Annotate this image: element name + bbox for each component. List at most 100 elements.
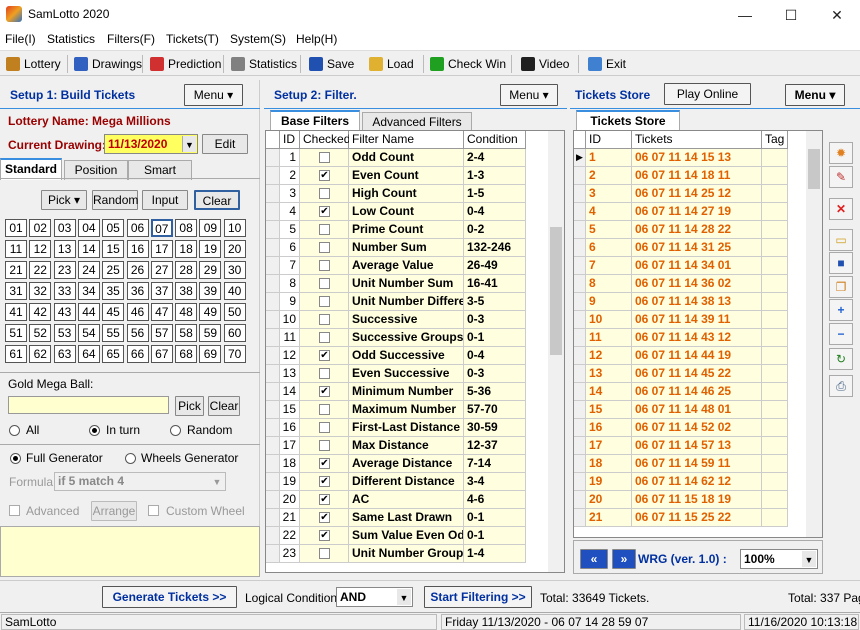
number-button[interactable]: 40 <box>223 282 246 300</box>
menu-filters[interactable]: Filters(F) <box>107 32 155 46</box>
table-row[interactable]: 3 06 07 11 14 25 12 <box>574 185 788 203</box>
table-row[interactable]: 4 06 07 11 14 27 19 <box>574 203 788 221</box>
number-button[interactable]: 50 <box>223 303 246 321</box>
number-button[interactable]: 32 <box>29 282 52 300</box>
row-selector[interactable] <box>266 293 280 311</box>
table-row[interactable]: 9 Unit Number Differe 3-5 <box>266 293 526 311</box>
filter-condition[interactable]: 1-4 <box>464 545 526 563</box>
folder-icon[interactable]: ▭ <box>829 229 853 251</box>
row-selector[interactable] <box>574 455 586 473</box>
play-online-button[interactable]: Play Online <box>664 83 751 105</box>
row-selector[interactable] <box>574 239 586 257</box>
number-button[interactable]: 11 <box>5 240 27 258</box>
filter-checkbox[interactable] <box>319 548 330 559</box>
table-row[interactable]: 11 Successive Groups 0-1 <box>266 329 526 347</box>
number-button[interactable]: 49 <box>199 303 222 321</box>
number-button[interactable]: 03 <box>53 219 76 237</box>
number-button[interactable]: 19 <box>199 240 222 258</box>
number-button[interactable]: 31 <box>5 282 27 300</box>
edit-button[interactable]: Edit <box>202 134 248 154</box>
pick-button[interactable]: Pick ▾ <box>41 190 87 210</box>
save-icon[interactable]: ■ <box>829 252 853 274</box>
number-button[interactable]: 22 <box>29 261 52 279</box>
column-header[interactable]: Filter Name <box>349 131 464 149</box>
table-row[interactable]: 9 06 07 11 14 38 13 <box>574 293 788 311</box>
radio-full-generator[interactable] <box>10 453 21 464</box>
number-button[interactable]: 16 <box>126 240 149 258</box>
number-button[interactable]: 60 <box>223 324 246 342</box>
number-button[interactable]: 12 <box>29 240 52 258</box>
close-button[interactable]: ✕ <box>814 0 860 30</box>
table-row[interactable]: 5 06 07 11 14 28 22 <box>574 221 788 239</box>
row-selector[interactable] <box>574 347 586 365</box>
filter-condition[interactable]: 1-5 <box>464 185 526 203</box>
number-button[interactable]: 46 <box>126 303 149 321</box>
number-button[interactable]: 61 <box>5 345 27 363</box>
gold-pick-button[interactable]: Pick <box>175 396 204 416</box>
table-row[interactable]: 20 ✔ AC 4-6 <box>266 491 526 509</box>
row-selector[interactable] <box>574 365 586 383</box>
tab-standard[interactable]: Standard <box>0 158 62 180</box>
setup1-menu-button[interactable]: Menu ▾ <box>184 84 243 106</box>
setup2-menu-button[interactable]: Menu ▾ <box>500 84 558 106</box>
next-page-button[interactable]: » <box>612 549 636 569</box>
menu-system[interactable]: System(S) <box>230 32 286 46</box>
number-button[interactable]: 68 <box>175 345 198 363</box>
number-button[interactable]: 62 <box>29 345 52 363</box>
number-button[interactable]: 66 <box>126 345 149 363</box>
arrange-button[interactable]: Arrange <box>91 501 137 521</box>
tab-position[interactable]: Position <box>64 160 128 180</box>
row-selector[interactable] <box>266 347 280 365</box>
table-row[interactable]: 13 Even Successive 0-3 <box>266 365 526 383</box>
number-button[interactable]: 23 <box>53 261 76 279</box>
generate-tickets-button[interactable]: Generate Tickets >> <box>102 586 237 608</box>
number-button[interactable]: 24 <box>77 261 100 279</box>
table-row[interactable]: 6 06 07 11 14 31 25 <box>574 239 788 257</box>
number-button[interactable]: 69 <box>199 345 222 363</box>
table-row[interactable]: 14 06 07 11 14 46 25 <box>574 383 788 401</box>
scroll-thumb[interactable] <box>808 149 820 189</box>
menu-file[interactable]: File(I) <box>5 32 36 46</box>
store-menu-button[interactable]: Menu ▾ <box>785 84 845 106</box>
row-selector[interactable] <box>266 221 280 239</box>
minus-icon[interactable]: − <box>829 323 853 345</box>
formula-select[interactable]: if 5 match 4 ▼ <box>54 472 226 491</box>
table-row[interactable]: 2 06 07 11 14 18 11 <box>574 167 788 185</box>
table-row[interactable]: 18 06 07 11 14 59 11 <box>574 455 788 473</box>
filter-condition[interactable]: 0-3 <box>464 365 526 383</box>
row-selector[interactable]: ▶ <box>574 149 586 167</box>
number-button[interactable]: 65 <box>102 345 125 363</box>
number-button[interactable]: 57 <box>150 324 173 342</box>
filter-checkbox[interactable]: ✔ <box>319 512 330 523</box>
filter-condition[interactable]: 0-1 <box>464 509 526 527</box>
filter-checkbox[interactable] <box>319 224 330 235</box>
row-selector[interactable] <box>266 401 280 419</box>
radio-wheels-generator[interactable] <box>125 453 136 464</box>
tickets-scrollbar[interactable] <box>806 131 822 537</box>
number-button[interactable]: 67 <box>150 345 173 363</box>
copy-icon[interactable]: ❐ <box>829 276 853 298</box>
filter-condition[interactable]: 0-2 <box>464 221 526 239</box>
number-button[interactable]: 45 <box>102 303 125 321</box>
filter-checkbox[interactable]: ✔ <box>319 206 330 217</box>
tab-tickets-store[interactable]: Tickets Store <box>576 110 680 132</box>
maximize-button[interactable]: ☐ <box>768 0 814 30</box>
number-button[interactable]: 29 <box>199 261 222 279</box>
number-button[interactable]: 37 <box>150 282 173 300</box>
toolbar-load-button[interactable]: Load <box>369 55 414 73</box>
number-button[interactable]: 35 <box>102 282 125 300</box>
number-button[interactable]: 36 <box>126 282 149 300</box>
filter-condition[interactable]: 16-41 <box>464 275 526 293</box>
number-button[interactable]: 25 <box>102 261 125 279</box>
table-row[interactable]: 12 06 07 11 14 44 19 <box>574 347 788 365</box>
row-selector[interactable] <box>266 329 280 347</box>
filter-condition[interactable]: 4-6 <box>464 491 526 509</box>
gear-icon[interactable]: ✹ <box>829 142 853 164</box>
table-row[interactable]: 14 ✔ Minimum Number 5-36 <box>266 383 526 401</box>
number-button[interactable]: 42 <box>29 303 52 321</box>
table-row[interactable]: 10 Successive 0-3 <box>266 311 526 329</box>
table-row[interactable]: 16 06 07 11 14 52 02 <box>574 419 788 437</box>
radio-all[interactable] <box>9 425 20 436</box>
row-selector[interactable] <box>574 311 586 329</box>
row-selector[interactable] <box>574 473 586 491</box>
